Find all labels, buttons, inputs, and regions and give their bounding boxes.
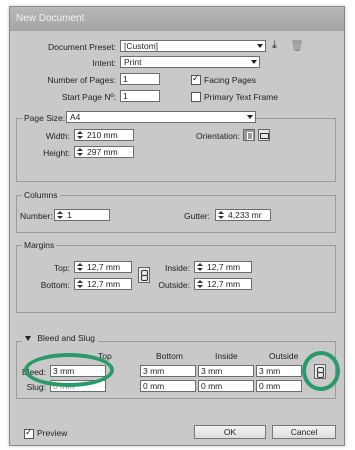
page-size-select[interactable]: A4: [66, 111, 256, 123]
margin-outside-label: Outside:: [158, 280, 190, 290]
margins-group: Margins: [16, 240, 336, 313]
chevron-down-icon: [257, 44, 263, 48]
col-bottom-header: Bottom: [156, 351, 183, 361]
disclosure-triangle-icon: [25, 336, 31, 342]
landscape-icon[interactable]: [258, 129, 270, 141]
gutter-value: 4,233 mr: [228, 210, 262, 220]
link-highlight-ellipse: [302, 351, 340, 391]
bleed-slug-header[interactable]: Bleed and Slug: [22, 333, 99, 343]
new-document-dialog: New Document Document Preset: [Custom] ⤓…: [9, 6, 345, 446]
columns-number-value: 1: [67, 210, 72, 220]
preset-label: Document Preset:: [47, 42, 116, 52]
margin-inside-label: Inside:: [164, 263, 190, 273]
stepper-icon[interactable]: [196, 280, 204, 288]
intent-select[interactable]: Print: [120, 56, 260, 68]
window-title: New Document: [16, 13, 85, 24]
margin-outside-value: 12,7 mm: [207, 279, 241, 289]
margin-inside-input[interactable]: 12,7 mm: [194, 261, 252, 273]
margin-bottom-label: Bottom:: [40, 280, 70, 290]
stepper-icon[interactable]: [76, 131, 84, 139]
slug-inside-input[interactable]: 0 mm: [198, 380, 254, 392]
stepper-icon[interactable]: [56, 211, 64, 219]
stepper-icon[interactable]: [76, 280, 84, 288]
facing-pages-checkbox[interactable]: [191, 73, 201, 85]
preview-checkbox[interactable]: [24, 427, 34, 439]
margin-outside-input[interactable]: 12,7 mm: [194, 278, 252, 290]
chevron-down-icon: [251, 60, 257, 64]
chain-link-icon[interactable]: [138, 267, 150, 283]
orientation-label: Orientation:: [196, 131, 240, 141]
height-input[interactable]: 297 mm: [74, 146, 134, 158]
primary-text-frame-checkbox[interactable]: [191, 92, 201, 102]
slug-outside-input[interactable]: 0 mm: [256, 380, 302, 392]
stepper-icon[interactable]: [217, 211, 225, 219]
portrait-icon[interactable]: [243, 129, 255, 141]
preview-label: Preview: [37, 428, 68, 438]
columns-number-label: Number:: [20, 211, 53, 221]
page-size-value: A4: [70, 112, 81, 122]
col-inside-header: Inside: [215, 351, 238, 361]
width-input[interactable]: 210 mm: [74, 129, 134, 141]
title-bar[interactable]: New Document: [10, 7, 344, 31]
chevron-down-icon: [247, 115, 253, 119]
margin-top-label: Top:: [53, 263, 70, 273]
delete-preset-icon[interactable]: 🗑: [290, 39, 304, 52]
width-value: 210 mm: [87, 130, 118, 140]
intent-value: Print: [124, 57, 142, 67]
height-label: Height:: [43, 148, 70, 158]
margin-bottom-input[interactable]: 12,7 mm: [74, 278, 132, 290]
start-page-input[interactable]: 1: [120, 90, 160, 102]
bleed-bottom-input[interactable]: 3 mm: [140, 365, 196, 377]
ok-button[interactable]: OK: [194, 425, 266, 439]
margin-bottom-value: 12,7 mm: [87, 279, 121, 289]
start-page-label: Start Page Nº:: [61, 92, 116, 102]
cancel-button[interactable]: Cancel: [272, 425, 336, 439]
bleed-highlight-ellipse: [24, 353, 114, 387]
margins-title: Margins: [22, 240, 57, 250]
pages-count-label: Number of Pages:: [47, 75, 116, 85]
width-label: Width:: [45, 131, 70, 141]
stepper-icon[interactable]: [196, 263, 204, 271]
pages-count-input[interactable]: 1: [120, 73, 160, 85]
slug-bottom-input[interactable]: 0 mm: [140, 380, 196, 392]
stepper-icon[interactable]: [76, 148, 84, 156]
stepper-icon[interactable]: [76, 263, 84, 271]
gutter-input[interactable]: 4,233 mr: [215, 209, 271, 221]
columns-title: Columns: [22, 190, 60, 200]
primary-text-frame-label: Primary Text Frame: [204, 92, 278, 102]
gutter-label: Gutter:: [184, 211, 210, 221]
intent-label: Intent:: [92, 58, 116, 68]
preset-select[interactable]: [Custom]: [120, 40, 266, 52]
bleed-inside-input[interactable]: 3 mm: [198, 365, 254, 377]
facing-pages-label: Facing Pages: [204, 75, 256, 85]
preset-value: [Custom]: [124, 41, 159, 51]
margin-top-input[interactable]: 12,7 mm: [74, 261, 132, 273]
bleed-outside-input[interactable]: 3 mm: [256, 365, 302, 377]
height-value: 297 mm: [87, 147, 118, 157]
bleed-slug-title: Bleed and Slug: [37, 333, 96, 343]
margin-inside-value: 12,7 mm: [207, 262, 241, 272]
page-size-label: Page Size:: [22, 113, 68, 123]
margin-top-value: 12,7 mm: [87, 262, 121, 272]
save-preset-icon[interactable]: ⤓: [272, 39, 277, 52]
col-outside-header: Outside: [269, 351, 299, 361]
columns-number-input[interactable]: 1: [54, 209, 110, 221]
